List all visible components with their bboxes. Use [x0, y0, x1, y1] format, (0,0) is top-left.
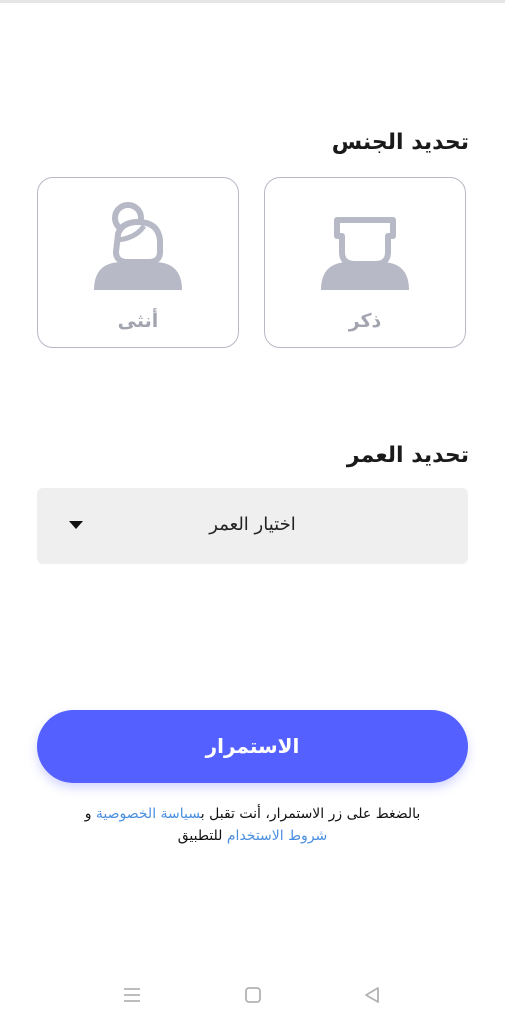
- home-square-icon[interactable]: [242, 984, 264, 1006]
- menu-icon[interactable]: [121, 984, 143, 1006]
- female-option-card[interactable]: أنثى: [37, 177, 239, 348]
- female-avatar-icon: [94, 202, 182, 290]
- female-label: أنثى: [117, 310, 159, 332]
- privacy-policy-link[interactable]: سياسة الخصوصية: [96, 806, 201, 822]
- male-option-card[interactable]: ذكر: [264, 177, 466, 348]
- terms-prefix: بالضغط على زر الاستمرار، أنت تقبل ب: [200, 806, 421, 822]
- terms-of-use-link[interactable]: شروط الاستخدام: [227, 828, 327, 844]
- back-triangle-icon[interactable]: [361, 984, 383, 1006]
- terms-suffix: للتطبيق: [177, 828, 227, 844]
- age-dropdown[interactable]: اختيار العمر: [37, 488, 468, 564]
- system-navigation-bar: [0, 975, 505, 1015]
- continue-button-label: الاستمرار: [205, 734, 300, 758]
- terms-notice: بالضغط على زر الاستمرار، أنت تقبل بسياسة…: [40, 803, 465, 847]
- continue-button[interactable]: الاستمرار: [37, 710, 468, 783]
- status-bar-divider: [0, 0, 505, 3]
- age-section-title: تحديد العمر: [346, 443, 469, 468]
- dropdown-caret-icon: [69, 521, 83, 529]
- male-avatar-icon: [321, 217, 409, 290]
- gender-section-title: تحديد الجنس: [331, 130, 469, 155]
- male-label: ذكر: [348, 310, 382, 332]
- terms-and: و: [84, 806, 96, 822]
- age-dropdown-value: اختيار العمر: [209, 514, 296, 535]
